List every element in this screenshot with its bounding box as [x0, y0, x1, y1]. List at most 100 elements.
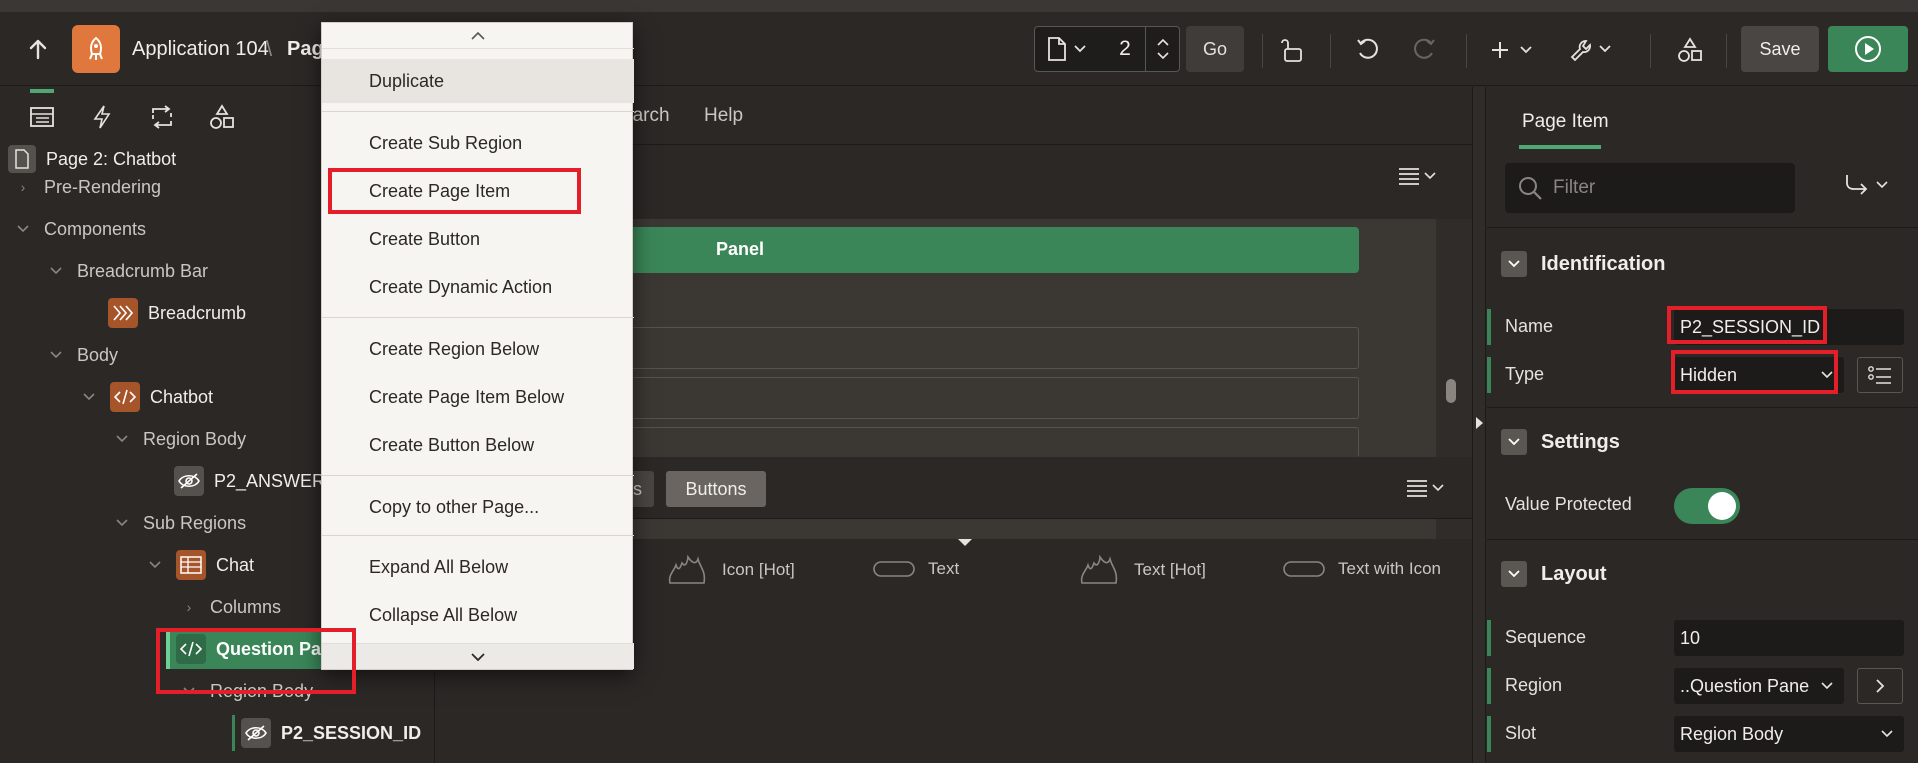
- chevron-down-icon[interactable]: [14, 221, 32, 237]
- app-logo-icon[interactable]: [72, 25, 120, 73]
- gallery-item-icon-hot[interactable]: Icon [Hot]: [666, 555, 795, 585]
- name-field[interactable]: P2_SESSION_ID: [1674, 309, 1904, 345]
- processing-icon: [152, 105, 172, 129]
- application-name[interactable]: Application 104: [132, 38, 269, 61]
- menu-item-expand-all-below[interactable]: Expand All Below: [322, 545, 634, 589]
- tree-node-body[interactable]: Body: [47, 337, 118, 373]
- tab-shared-components[interactable]: [206, 101, 238, 133]
- tree-node-pre-rendering[interactable]: › Pre-Rendering: [14, 169, 161, 205]
- menu-item-create-button[interactable]: Create Button: [322, 217, 634, 261]
- slot-select[interactable]: Region Body: [1674, 716, 1904, 752]
- flame-icon: [668, 555, 706, 584]
- chevron-up-icon: [1156, 38, 1169, 46]
- tree-node-p2-session-id[interactable]: P2_SESSION_ID: [232, 715, 421, 751]
- tree-node-breadcrumb[interactable]: Breadcrumb: [108, 295, 246, 331]
- menu-item-copy-to-other-page[interactable]: Copy to other Page...: [322, 485, 634, 529]
- go-to-group-button[interactable]: [1844, 173, 1888, 197]
- menu-item-create-page-item[interactable]: Create Page Item: [322, 169, 634, 213]
- menu-item-create-region-below[interactable]: Create Region Below: [322, 327, 634, 371]
- layout-menu-icon[interactable]: [1398, 167, 1436, 185]
- chevron-down-icon[interactable]: [80, 389, 98, 405]
- canvas-item-slot[interactable]: [596, 427, 1359, 457]
- chevron-down-icon[interactable]: [113, 515, 131, 531]
- chevron-down-icon[interactable]: [47, 263, 65, 279]
- run-page-button[interactable]: [1828, 26, 1908, 72]
- gallery-menu-icon[interactable]: [1406, 479, 1444, 497]
- tree-node-breadcrumb-bar[interactable]: Breadcrumb Bar: [47, 253, 208, 289]
- tree-node-chat[interactable]: Chat: [146, 547, 254, 583]
- go-button[interactable]: Go: [1186, 26, 1244, 72]
- canvas-item-slot[interactable]: [596, 377, 1359, 419]
- redo-icon[interactable]: [1410, 36, 1438, 64]
- pill-button-icon: [873, 561, 915, 577]
- create-menu-icon[interactable]: [1490, 36, 1538, 64]
- section-identification[interactable]: Identification: [1501, 244, 1665, 284]
- breadcrumb-separator: \: [266, 36, 273, 61]
- select-value: Hidden: [1680, 365, 1738, 385]
- section-title: Settings: [1541, 430, 1620, 453]
- tree-node-region-body-2[interactable]: Region Body: [180, 673, 313, 709]
- utilities-wrench-icon[interactable]: [1568, 36, 1618, 64]
- list-icon: [1868, 366, 1891, 384]
- tree-node-components[interactable]: Components: [14, 211, 146, 247]
- menu-item-collapse-all-below[interactable]: Collapse All Below: [322, 593, 634, 637]
- collapse-arrow-icon[interactable]: [1476, 417, 1483, 429]
- up-arrow-icon[interactable]: [26, 38, 50, 62]
- tab-buttons[interactable]: Buttons: [666, 471, 766, 507]
- section-settings[interactable]: Settings: [1501, 422, 1620, 462]
- menu-item-create-dynamic-action[interactable]: Create Dynamic Action: [322, 265, 634, 309]
- question-panel-region[interactable]: Panel: [596, 227, 1359, 273]
- chevron-down-icon[interactable]: [113, 431, 131, 447]
- filter-input[interactable]: [1553, 171, 1783, 205]
- menu-item-duplicate[interactable]: Duplicate: [322, 59, 634, 103]
- chevron-down-icon[interactable]: [146, 557, 164, 573]
- tree-node-region-body[interactable]: Region Body: [113, 421, 246, 457]
- toolbar-divider: [1330, 34, 1331, 68]
- menu-item-create-page-item-below[interactable]: Create Page Item Below: [322, 375, 634, 419]
- go-to-region-button[interactable]: [1857, 668, 1903, 704]
- region-select[interactable]: ..Question Pane: [1674, 668, 1844, 704]
- undo-icon[interactable]: [1354, 36, 1382, 64]
- tree-node-label: Sub Regions: [143, 512, 247, 533]
- tab-dynamic-actions[interactable]: [86, 101, 118, 133]
- tree-node-columns[interactable]: › Columns: [180, 589, 281, 625]
- section-title: Layout: [1541, 562, 1607, 585]
- prop-label: Slot: [1505, 723, 1537, 743]
- list-options-button[interactable]: [1857, 357, 1903, 393]
- canvas-item-slot[interactable]: [596, 327, 1359, 369]
- page-number-input[interactable]: 2: [1105, 37, 1145, 61]
- tab-rendering[interactable]: [26, 89, 58, 133]
- panel-splitter[interactable]: [1472, 87, 1486, 763]
- sequence-field[interactable]: 10: [1674, 620, 1904, 656]
- page-number-stepper[interactable]: [1145, 27, 1179, 71]
- menu-item-create-sub-region[interactable]: Create Sub Region: [322, 121, 634, 165]
- gallery-item-text-with-icon[interactable]: Text with Icon: [1282, 559, 1441, 579]
- chevron-up-icon: [471, 31, 485, 40]
- menu-scroll-up[interactable]: [322, 23, 634, 49]
- tab-processing[interactable]: [146, 101, 178, 133]
- menu-item-create-button-below[interactable]: Create Button Below: [322, 423, 634, 467]
- page-finder-button[interactable]: [1035, 27, 1099, 71]
- type-select[interactable]: Hidden: [1674, 357, 1844, 393]
- collapse-toggle-icon[interactable]: [1501, 251, 1527, 277]
- chevron-right-icon[interactable]: ›: [14, 179, 32, 195]
- collapse-toggle-icon[interactable]: [1501, 429, 1527, 455]
- gallery-item-text[interactable]: Text: [872, 559, 959, 579]
- shared-components-icon[interactable]: [1676, 36, 1704, 64]
- tab-page-item[interactable]: Page Item: [1522, 111, 1609, 133]
- tree-node-p2-answer[interactable]: P2_ANSWER: [174, 463, 325, 499]
- chevron-down-icon[interactable]: [47, 347, 65, 363]
- chevron-right-icon[interactable]: ›: [180, 599, 198, 615]
- value-protected-toggle[interactable]: [1674, 488, 1740, 524]
- gallery-item-text-hot[interactable]: Text [Hot]: [1078, 555, 1206, 585]
- collapse-toggle-icon[interactable]: [1501, 561, 1527, 587]
- tab-help[interactable]: Help: [704, 105, 743, 127]
- unlock-icon[interactable]: [1278, 36, 1306, 64]
- tree-node-sub-regions[interactable]: Sub Regions: [113, 505, 246, 541]
- section-layout[interactable]: Layout: [1501, 554, 1607, 594]
- scrollbar-thumb[interactable]: [1446, 379, 1456, 403]
- menu-scroll-down[interactable]: [322, 643, 634, 669]
- chevron-down-icon[interactable]: [180, 683, 198, 699]
- tree-node-chatbot[interactable]: Chatbot: [80, 379, 213, 415]
- save-button[interactable]: Save: [1741, 26, 1819, 72]
